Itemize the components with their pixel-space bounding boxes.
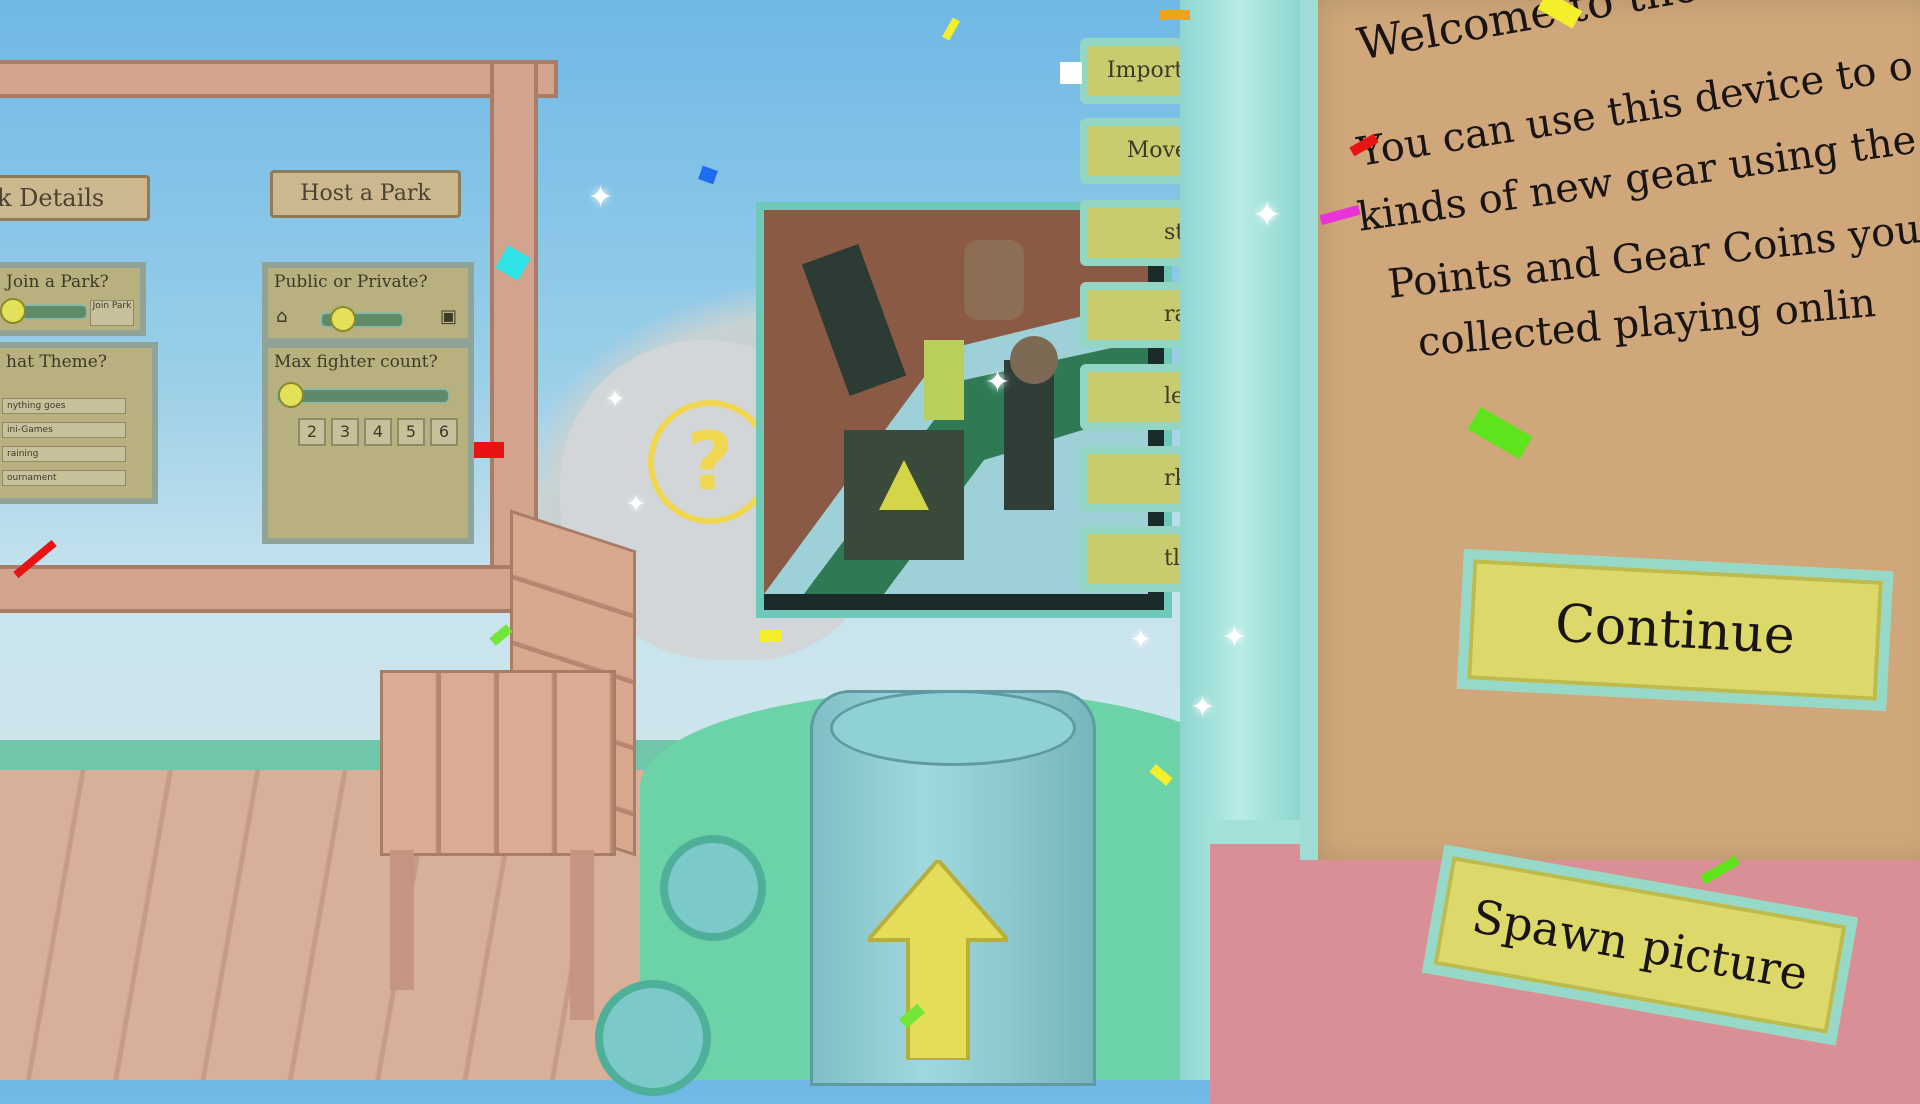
up-arrow-icon[interactable]: [863, 856, 1013, 1062]
gauge-icon: [660, 835, 766, 941]
count-button[interactable]: 2: [298, 418, 326, 446]
gear-machine-card: Welcome to the Gear Ma You can use this …: [1300, 0, 1920, 860]
lock-open-icon: ⌂: [276, 306, 288, 327]
bench-leg: [390, 850, 414, 990]
fighter-count-panel: Max fighter count? 23456: [262, 342, 474, 544]
join-park-panel: Join a Park? Join Park: [0, 262, 146, 336]
join-slider-knob[interactable]: [0, 298, 26, 324]
left-board-post: [490, 60, 538, 588]
public-slider-knob[interactable]: [330, 306, 356, 332]
sparkle-icon: ✦: [605, 385, 626, 413]
fighter-panel-title: Max fighter count?: [274, 352, 438, 372]
public-private-panel: Public or Private? ⌂ ▣: [262, 262, 474, 344]
left-board-bottom: [0, 565, 518, 613]
count-button[interactable]: 4: [364, 418, 392, 446]
theme-option[interactable]: raining: [2, 446, 126, 462]
bench-leg: [570, 850, 594, 1020]
count-button[interactable]: 5: [397, 418, 425, 446]
sparkle-icon: ✦: [626, 490, 647, 518]
confetti: [942, 17, 960, 41]
theme-panel: hat Theme? nything goes ini-Games rainin…: [0, 342, 158, 504]
sparkle-icon: ✦: [1252, 195, 1283, 236]
continue-button[interactable]: Continue: [1456, 548, 1894, 712]
question-icon[interactable]: ?: [648, 400, 772, 524]
left-board-frame: [0, 60, 558, 98]
count-button[interactable]: 3: [331, 418, 359, 446]
confetti: [1060, 62, 1082, 84]
sparkle-icon: ✦: [1190, 690, 1216, 725]
sparkle-icon: ✦: [1130, 625, 1152, 655]
confetti: [760, 630, 782, 642]
canister-lid: [830, 690, 1076, 766]
fighter-count-buttons: 23456: [298, 418, 463, 446]
theme-option[interactable]: nything goes: [2, 398, 126, 414]
theme-option[interactable]: ini-Games: [2, 422, 126, 438]
theme-option[interactable]: ournament: [2, 470, 126, 486]
bench-seat: [380, 670, 616, 856]
sparkle-icon: ✦: [1222, 620, 1248, 655]
sparkle-icon: ✦: [985, 365, 1011, 400]
join-panel-title: Join a Park?: [6, 272, 109, 292]
public-panel-title: Public or Private?: [274, 272, 428, 292]
confetti: [1160, 10, 1190, 20]
join-park-button[interactable]: Join Park: [90, 300, 134, 326]
park-details-sign: k Details: [0, 175, 150, 221]
fighter-slider-knob[interactable]: [278, 382, 304, 408]
theme-panel-title: hat Theme?: [6, 352, 107, 372]
host-park-sign: Host a Park: [270, 170, 461, 218]
count-button[interactable]: 6: [430, 418, 458, 446]
confetti: [698, 165, 718, 185]
confetti: [474, 442, 504, 458]
sparkle-icon: ✦: [588, 180, 614, 215]
lock-closed-icon: ▣: [440, 306, 458, 327]
gauge-icon: [595, 980, 711, 1096]
